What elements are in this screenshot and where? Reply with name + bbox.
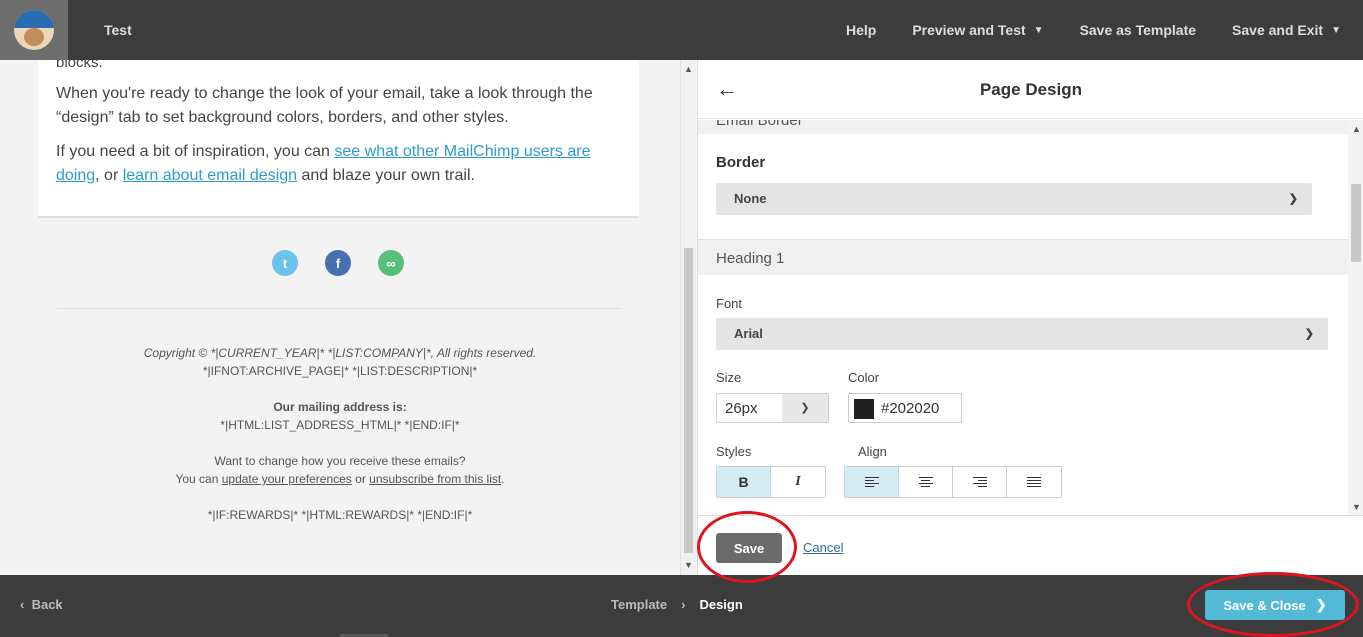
inspiration-paragraph: If you need a bit of inspiration, you ca… (56, 140, 616, 188)
scroll-thumb[interactable] (1351, 184, 1361, 262)
color-swatch[interactable] (854, 399, 874, 419)
text-block[interactable]: blocks. When you're ready to change the … (38, 60, 639, 218)
panel-scrollbar[interactable]: ▲ ▼ (1348, 120, 1363, 516)
heading-section-label: Heading 1 (716, 250, 785, 267)
panel-title: Page Design (979, 80, 1083, 99)
preview-scrollbar[interactable]: ▲ ▼ (680, 60, 696, 575)
scroll-up-icon[interactable]: ▲ (684, 64, 693, 74)
or-text: or (351, 472, 370, 486)
facebook-icon[interactable]: f (325, 250, 351, 276)
unsubscribe-link[interactable]: unsubscribe from this list (369, 472, 501, 486)
cancel-link[interactable]: Cancel (803, 540, 843, 555)
para2-prefix: If you need a bit of inspiration, you ca… (56, 143, 335, 160)
scroll-down-icon[interactable]: ▼ (684, 560, 693, 570)
color-value: #202020 (881, 400, 940, 417)
email-border-section[interactable]: Email Border (698, 120, 1348, 134)
size-label: Size (716, 370, 742, 385)
change-text: Want to change how you receive these ema… (214, 454, 466, 468)
scroll-down-icon[interactable]: ▼ (1352, 502, 1361, 512)
chevron-down-icon: ❯ (1304, 328, 1314, 340)
design-paragraph: When you're ready to change the look of … (56, 85, 593, 126)
save-as-template-link[interactable]: Save as Template (1080, 22, 1196, 38)
back-button[interactable]: ‹ Back (20, 597, 63, 612)
freddie-icon (14, 10, 54, 50)
archive-text: *|IFNOT:ARCHIVE_PAGE|* *|LIST:DESCRIPTIO… (202, 364, 478, 378)
size-select[interactable]: 26px ❯ (716, 393, 829, 423)
color-picker[interactable]: #202020 (848, 393, 962, 423)
align-right-icon (972, 477, 987, 487)
font-label: Font (716, 296, 743, 311)
chevron-right-icon: › (681, 597, 686, 612)
rewards-text: *|IF:REWARDS|* *|HTML:REWARDS|* *|END:IF… (207, 508, 473, 522)
crumb-design: Design (699, 597, 743, 612)
align-left-icon (864, 477, 879, 487)
font-select[interactable]: Arial ❯ (716, 318, 1328, 350)
copyright-text: Copyright © *|CURRENT_YEAR|* *|LIST:COMP… (143, 346, 537, 360)
breadcrumb: Template › Design (611, 597, 743, 612)
preview-label: Preview and Test (912, 22, 1026, 38)
size-value: 26px (725, 400, 758, 417)
help-label: Help (845, 22, 877, 38)
font-value: Arial (734, 326, 763, 341)
bottom-bar: ‹ Back Template › Design Save & Close ❯ (0, 575, 1363, 637)
footer-divider (57, 308, 621, 309)
preview-and-test-menu[interactable]: Preview and Test ▼ (912, 22, 1043, 38)
campaign-title: Test (104, 22, 132, 38)
update-preferences-link[interactable]: update your preferences (222, 472, 352, 486)
chevron-down-icon: ▼ (1033, 24, 1044, 36)
design-panel: ← Page Design Email Border Border None ❯ … (697, 60, 1363, 575)
color-label: Color (848, 370, 880, 385)
border-select[interactable]: None ❯ (716, 183, 1312, 215)
align-justify-icon (1027, 477, 1041, 487)
panel-divider (698, 515, 1363, 516)
align-right-button[interactable] (953, 467, 1007, 497)
email-preview: blocks. When you're ready to change the … (0, 60, 680, 575)
align-justify-button[interactable] (1007, 467, 1061, 497)
save-exit-label: Save and Exit (1232, 22, 1324, 38)
italic-button[interactable]: I (771, 467, 825, 497)
chevron-down-icon[interactable]: ❯ (782, 394, 828, 422)
section-cut-label: Email Border (716, 120, 803, 129)
period: . (501, 472, 505, 486)
align-left-button[interactable] (845, 467, 899, 497)
save-and-close-button[interactable]: Save & Close ❯ (1205, 590, 1345, 620)
link-icon[interactable]: ∞ (378, 250, 404, 276)
styles-group: B I (716, 466, 826, 498)
save-template-label: Save as Template (1079, 22, 1197, 38)
chevron-right-icon: ❯ (1315, 597, 1327, 612)
scroll-thumb[interactable] (684, 248, 693, 553)
para2-mid: , or (95, 167, 123, 184)
align-label: Align (858, 444, 887, 459)
chevron-down-icon: ❯ (1288, 193, 1298, 205)
help-link[interactable]: Help (846, 22, 876, 38)
scroll-up-icon[interactable]: ▲ (1352, 124, 1361, 134)
heading-1-section[interactable]: Heading 1 (698, 239, 1348, 275)
save-button[interactable]: Save (716, 533, 782, 563)
address-label: Our mailing address is: (273, 400, 407, 414)
preferences-text: You can update your preferences or unsub… (40, 470, 640, 488)
email-design-link[interactable]: learn about email design (123, 167, 297, 184)
back-label: Back (31, 597, 63, 612)
mailchimp-logo[interactable] (0, 0, 68, 60)
border-value: None (734, 191, 767, 206)
styles-label: Styles (716, 444, 752, 459)
align-center-button[interactable] (899, 467, 953, 497)
can-prefix: You can (175, 472, 222, 486)
border-label: Border (716, 154, 766, 171)
bold-button[interactable]: B (717, 467, 771, 497)
para2-suffix: and blaze your own trail. (297, 167, 475, 184)
twitter-icon[interactable]: t (272, 250, 298, 276)
align-group (844, 466, 1062, 498)
address-text: *|HTML:LIST_ADDRESS_HTML|* *|END:IF|* (220, 418, 460, 432)
save-close-label: Save & Close (1223, 597, 1306, 613)
crumb-template[interactable]: Template (611, 597, 667, 612)
top-bar: Test Help Preview and Test ▼ Save as Temp… (0, 0, 1363, 60)
chevron-down-icon: ▼ (1331, 24, 1341, 36)
save-and-exit-menu[interactable]: Save and Exit ▼ (1232, 22, 1341, 38)
panel-header: ← Page Design (698, 60, 1363, 119)
align-center-icon (918, 477, 933, 487)
cut-text: blocks. (56, 60, 103, 71)
chevron-left-icon: ‹ (20, 597, 25, 612)
top-nav: Help Preview and Test ▼ Save as Template … (846, 0, 1341, 60)
